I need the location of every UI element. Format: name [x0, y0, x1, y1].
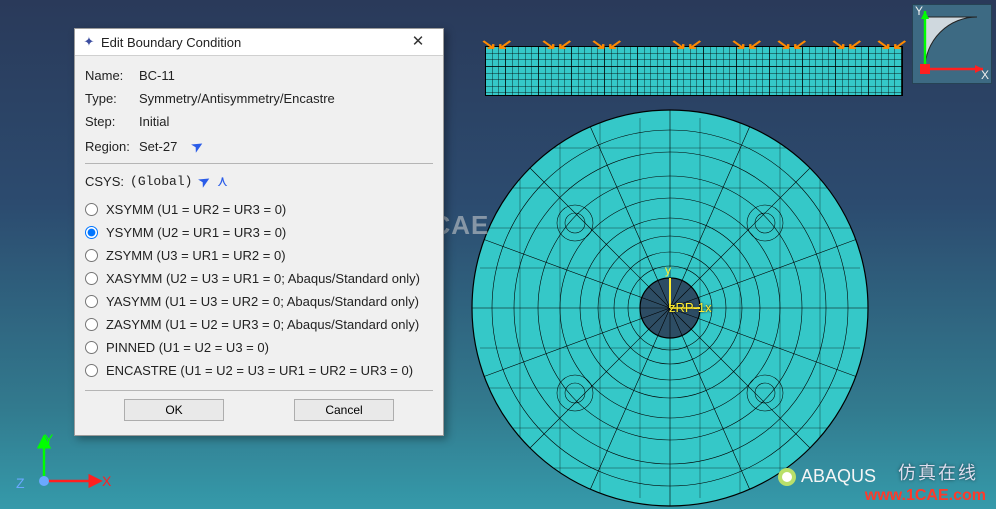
type-value: Symmetry/Antisymmetry/Encastre: [139, 91, 433, 106]
name-value: BC-11: [139, 68, 433, 83]
radio-label-zsymm: ZSYMM (U3 = UR1 = UR2 = 0): [106, 248, 286, 263]
close-icon[interactable]: ✕: [399, 32, 437, 52]
ok-button[interactable]: OK: [124, 399, 224, 421]
radio-input-zasymm[interactable]: [85, 318, 98, 331]
radio-xsymm[interactable]: XSYMM (U1 = UR2 = UR3 = 0): [85, 198, 433, 221]
radio-input-zsymm[interactable]: [85, 249, 98, 262]
cancel-button[interactable]: Cancel: [294, 399, 394, 421]
radio-pinned[interactable]: PINNED (U1 = U2 = U3 = 0): [85, 336, 433, 359]
radio-yasymm[interactable]: YASYMM (U1 = U3 = UR2 = 0; Abaqus/Standa…: [85, 290, 433, 313]
bc-type-radio-group: XSYMM (U1 = UR2 = UR3 = 0) YSYMM (U2 = UR…: [85, 196, 433, 382]
pick-region-icon[interactable]: ➤: [187, 135, 207, 157]
axis-z-label: Z: [16, 475, 25, 491]
svg-text:X: X: [981, 68, 989, 82]
radio-xasymm[interactable]: XASYMM (U2 = U3 = UR1 = 0; Abaqus/Standa…: [85, 267, 433, 290]
field-csys: CSYS: (Global) ➤ ⋏: [85, 170, 433, 196]
edit-boundary-condition-dialog: ✦ Edit Boundary Condition ✕ Name: BC-11 …: [74, 28, 444, 436]
radio-label-zasymm: ZASYMM (U1 = U2 = UR3 = 0; Abaqus/Standa…: [106, 317, 419, 332]
divider: [85, 163, 433, 164]
step-value: Initial: [139, 114, 433, 129]
svg-text:y: y: [665, 263, 671, 277]
radio-label-pinned: PINNED (U1 = U2 = U3 = 0): [106, 340, 269, 355]
region-label: Region:: [85, 139, 139, 154]
radio-label-encastre: ENCASTRE (U1 = U2 = U3 = UR1 = UR2 = UR3…: [106, 363, 413, 378]
abaqus-logo: ABAQUS: [777, 466, 876, 487]
viewport[interactable]: ↘↙ ↘↙ ↘↙ ↘↙ ↘↙ ↘↙ ↘↙ ↘↙: [0, 0, 996, 509]
radio-ysymm[interactable]: YSYMM (U2 = UR1 = UR3 = 0): [85, 221, 433, 244]
field-type: Type: Symmetry/Antisymmetry/Encastre: [85, 87, 433, 110]
dialog-icon: ✦: [81, 34, 97, 50]
create-datum-icon[interactable]: ⋏: [217, 172, 228, 190]
region-value: Set-27: [139, 139, 177, 154]
abaqus-logo-text: ABAQUS: [801, 466, 876, 487]
csys-value: (Global): [130, 174, 192, 189]
field-name: Name: BC-11: [85, 64, 433, 87]
reference-point-label: zRP-1x: [669, 300, 712, 315]
disc-mesh-part: y zRP-1x: [460, 108, 880, 508]
csys-label: CSYS:: [85, 174, 124, 189]
watermark-url: www.1CAE.com: [865, 487, 986, 505]
svg-text:Y: Y: [915, 5, 923, 18]
watermark-cn: 仿真在线: [898, 459, 978, 485]
radio-label-xasymm: XASYMM (U2 = U3 = UR1 = 0; Abaqus/Standa…: [106, 271, 420, 286]
view-triad: Y X Z: [16, 435, 106, 495]
rect-mesh-part: [485, 46, 903, 96]
field-step: Step: Initial: [85, 110, 433, 133]
dialog-titlebar[interactable]: ✦ Edit Boundary Condition ✕: [75, 29, 443, 56]
radio-input-xasymm[interactable]: [85, 272, 98, 285]
radio-input-ysymm[interactable]: [85, 226, 98, 239]
radio-input-pinned[interactable]: [85, 341, 98, 354]
radio-label-ysymm: YSYMM (U2 = UR1 = UR3 = 0): [106, 225, 286, 240]
bc-symbols-top-edge: ↘↙ ↘↙ ↘↙ ↘↙ ↘↙ ↘↙ ↘↙ ↘↙: [485, 36, 901, 46]
name-label: Name:: [85, 68, 139, 83]
divider: [85, 390, 433, 391]
radio-input-yasymm[interactable]: [85, 295, 98, 308]
axis-x-label: X: [102, 473, 111, 489]
pick-csys-icon[interactable]: ➤: [195, 170, 215, 192]
radio-encastre[interactable]: ENCASTRE (U1 = U2 = U3 = UR1 = UR2 = UR3…: [85, 359, 433, 382]
radio-zsymm[interactable]: ZSYMM (U3 = UR1 = UR2 = 0): [85, 244, 433, 267]
view-gizmo[interactable]: X Y: [912, 4, 992, 84]
axis-y-label: Y: [44, 431, 53, 447]
step-label: Step:: [85, 114, 139, 129]
radio-label-xsymm: XSYMM (U1 = UR2 = UR3 = 0): [106, 202, 286, 217]
radio-zasymm[interactable]: ZASYMM (U1 = U2 = UR3 = 0; Abaqus/Standa…: [85, 313, 433, 336]
dialog-title: Edit Boundary Condition: [101, 35, 399, 50]
radio-input-encastre[interactable]: [85, 364, 98, 377]
radio-input-xsymm[interactable]: [85, 203, 98, 216]
radio-label-yasymm: YASYMM (U1 = U3 = UR2 = 0; Abaqus/Standa…: [106, 294, 419, 309]
type-label: Type:: [85, 91, 139, 106]
field-region: Region: Set-27 ➤: [85, 133, 433, 159]
